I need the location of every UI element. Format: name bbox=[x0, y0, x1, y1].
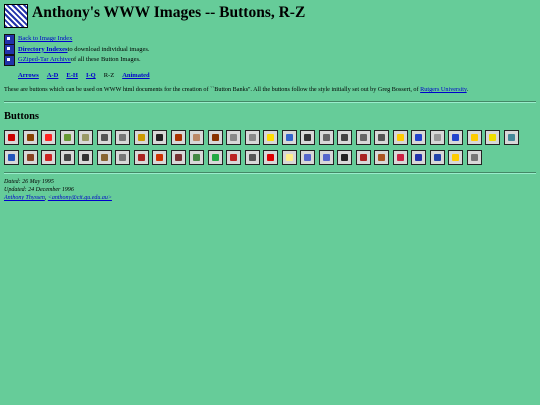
description: These are buttons which can be used on W… bbox=[4, 86, 536, 93]
magnifier-2-icon[interactable] bbox=[115, 130, 130, 145]
table-3-icon[interactable] bbox=[429, 130, 445, 145]
torch-icon[interactable] bbox=[152, 149, 167, 165]
sphere-icon[interactable] bbox=[281, 130, 297, 145]
star-burst-icon[interactable] bbox=[41, 130, 56, 145]
nav-a-d[interactable]: A-D bbox=[47, 72, 59, 79]
zoom-icon[interactable] bbox=[466, 149, 482, 165]
directory-link-suffix: to download individual images. bbox=[67, 45, 150, 53]
button-grid bbox=[4, 130, 534, 169]
nav-e-h[interactable]: E-H bbox=[66, 72, 78, 79]
directory-indexes-link[interactable]: Directory Indexes bbox=[18, 45, 68, 56]
circle-logo-icon[interactable] bbox=[411, 149, 426, 165]
footer: Dated: 26 May 1995 Updated: 24 December … bbox=[4, 178, 112, 202]
bar-chart-icon[interactable] bbox=[411, 130, 426, 145]
gzip-tar-archive-link[interactable]: GZiped-Tar Archive bbox=[18, 55, 71, 66]
page-header: Anthony's WWW Images -- Buttons, R-Z bbox=[4, 4, 305, 28]
dated-text: Dated: 26 May 1995 bbox=[4, 179, 54, 185]
description-text: These are buttons which can be used on W… bbox=[4, 86, 421, 93]
back-to-image-index-link[interactable]: Back to Image Index bbox=[18, 34, 72, 45]
page-title: Anthony's WWW Images -- Buttons, R-Z bbox=[32, 4, 306, 21]
hand-icon[interactable] bbox=[189, 130, 204, 145]
back-link-row: Back to Image Index bbox=[4, 33, 150, 45]
spider-icon[interactable] bbox=[300, 130, 315, 145]
directory-icon[interactable] bbox=[4, 44, 15, 56]
sunglasses-icon[interactable] bbox=[485, 130, 500, 145]
w-logo-icon[interactable] bbox=[392, 149, 408, 165]
pencil-icon[interactable] bbox=[59, 130, 75, 145]
web-icon[interactable] bbox=[300, 149, 315, 165]
xtools-icon[interactable] bbox=[374, 149, 389, 165]
tape-icon[interactable] bbox=[503, 130, 519, 145]
tools-icon[interactable] bbox=[115, 149, 130, 165]
face-icon[interactable] bbox=[152, 130, 167, 145]
candles-icon[interactable] bbox=[133, 149, 149, 165]
email-link[interactable]: <anthony@cit.gu.edu.au> bbox=[48, 195, 112, 201]
trophy-icon[interactable] bbox=[170, 149, 186, 165]
us-flag-icon[interactable] bbox=[226, 149, 241, 165]
nav-r-z-current: R-Z bbox=[103, 72, 115, 79]
author-link[interactable]: Anthony Thyssen bbox=[4, 195, 45, 201]
speech-icon[interactable] bbox=[281, 149, 297, 165]
category-nav: Arrows A-D E-H I-Q R-Z Animated bbox=[18, 72, 158, 79]
trees-icon[interactable] bbox=[189, 149, 204, 165]
magnifier-icon[interactable] bbox=[96, 130, 112, 145]
pen-icon[interactable] bbox=[374, 130, 389, 145]
nav-animated[interactable]: Animated bbox=[122, 72, 149, 79]
download-icon[interactable] bbox=[4, 54, 15, 66]
up-arrow-icon[interactable] bbox=[4, 33, 15, 45]
warning-icon[interactable] bbox=[263, 149, 278, 165]
desk-icon[interactable] bbox=[22, 149, 38, 165]
star-icon[interactable] bbox=[392, 130, 408, 145]
rutgers-link[interactable]: Rutgers University bbox=[420, 86, 467, 93]
red-cross-icon[interactable] bbox=[4, 130, 19, 145]
yield-icon[interactable] bbox=[448, 149, 463, 165]
skyline-icon[interactable] bbox=[448, 130, 463, 145]
window-2-icon[interactable] bbox=[355, 149, 371, 165]
tree-icon[interactable] bbox=[59, 149, 75, 165]
table-2-icon[interactable] bbox=[244, 130, 260, 145]
author-line: Anthony Thyssen, <anthony@cit.gu.edu.au> bbox=[4, 195, 112, 201]
divider bbox=[4, 101, 536, 103]
terminal-icon[interactable] bbox=[4, 149, 19, 165]
x-icon[interactable] bbox=[429, 149, 445, 165]
umbrella-icon[interactable] bbox=[244, 149, 260, 165]
archive-link-suffix: of all these Button Images. bbox=[70, 56, 141, 63]
eye-icon[interactable] bbox=[318, 130, 334, 145]
palm-icon[interactable] bbox=[207, 149, 223, 165]
checkerboard-logo-icon bbox=[4, 4, 28, 28]
updated-text: Updated: 24 December 1996 bbox=[4, 187, 74, 193]
table-icon[interactable] bbox=[226, 130, 241, 145]
smiley-icon[interactable] bbox=[263, 130, 278, 145]
button-row-1 bbox=[4, 130, 534, 145]
horn-icon[interactable] bbox=[337, 130, 352, 145]
archive-link-row: GZiped-Tar Archive of all these Button I… bbox=[4, 54, 150, 66]
rocket-icon[interactable] bbox=[170, 130, 186, 145]
nav-i-q[interactable]: I-Q bbox=[86, 72, 96, 79]
tape-reel-icon[interactable] bbox=[96, 149, 112, 165]
flag-icon[interactable] bbox=[41, 149, 56, 165]
directory-link-row: Directory Indexes to download individual… bbox=[4, 44, 150, 56]
ruler-icon[interactable] bbox=[78, 130, 93, 145]
top-links: Back to Image Index Directory Indexes to… bbox=[4, 33, 150, 66]
book-icon[interactable] bbox=[207, 130, 223, 145]
description-end: . bbox=[466, 86, 469, 93]
button-row-2 bbox=[4, 149, 534, 165]
window-icon[interactable] bbox=[337, 149, 352, 165]
section-title: Buttons bbox=[4, 111, 40, 122]
stick-icon[interactable] bbox=[355, 130, 371, 145]
web-2-icon[interactable] bbox=[318, 149, 334, 165]
document-icon[interactable] bbox=[22, 130, 38, 145]
sun-icon[interactable] bbox=[466, 130, 482, 145]
footprints-icon[interactable] bbox=[78, 149, 93, 165]
key-icon[interactable] bbox=[133, 130, 149, 145]
divider-2 bbox=[4, 172, 536, 174]
nav-arrows[interactable]: Arrows bbox=[18, 72, 39, 79]
